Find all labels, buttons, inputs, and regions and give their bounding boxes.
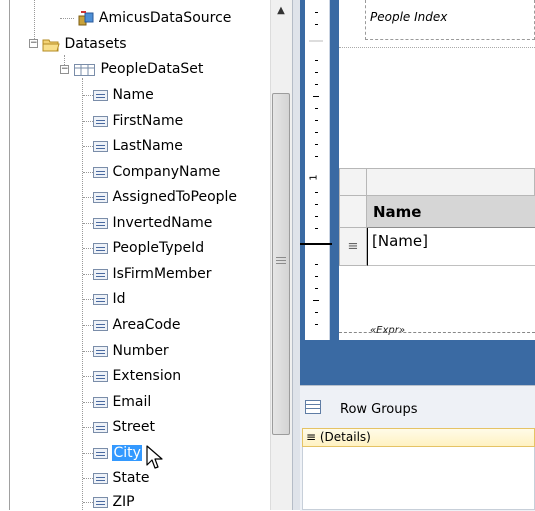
field-icon xyxy=(93,319,108,331)
tree-field-assignedtopeople[interactable]: AssignedToPeople xyxy=(83,186,237,208)
tree-field-street[interactable]: Street xyxy=(83,416,155,438)
pane-splitter[interactable] xyxy=(292,0,300,510)
tree-field-zip[interactable]: ZIP xyxy=(83,491,135,510)
tree-field-peopletypeid[interactable]: PeopleTypeId xyxy=(83,237,204,259)
tree-field-invertedname[interactable]: InvertedName xyxy=(83,212,212,234)
field-label: InvertedName xyxy=(112,215,213,231)
scroll-up-arrow-icon[interactable]: ▲ xyxy=(271,2,291,19)
field-icon xyxy=(93,370,108,382)
field-label: AssignedToPeople xyxy=(112,189,238,205)
tree-field-lastname[interactable]: LastName xyxy=(83,135,183,157)
field-icon xyxy=(93,242,108,254)
tablix-column-handle[interactable] xyxy=(367,168,535,196)
tree-field-extension[interactable]: Extension xyxy=(83,365,181,387)
datasource-icon xyxy=(78,10,94,26)
tablix-row-handle-details[interactable]: ≡ xyxy=(339,228,367,266)
field-icon xyxy=(93,191,108,203)
field-icon xyxy=(93,217,108,229)
tree-item-dataset[interactable]: PeopleDataSet xyxy=(74,58,203,80)
field-label: Number xyxy=(112,343,169,359)
field-label: Id xyxy=(112,291,126,307)
tree-label: Datasets xyxy=(64,36,127,52)
tree-field-email[interactable]: Email xyxy=(83,391,151,413)
tree-field-number[interactable]: Number xyxy=(83,340,169,362)
field-label: IsFirmMember xyxy=(112,266,212,282)
tree-field-isfirmmember[interactable]: IsFirmMember xyxy=(83,263,212,285)
mouse-pointer-icon xyxy=(145,445,167,475)
tree-field-name[interactable]: Name xyxy=(83,84,154,106)
field-label: LastName xyxy=(112,138,183,154)
ruler-label: 1 xyxy=(308,174,320,181)
page-footer-separator xyxy=(339,332,535,333)
tablix-row-handle-header[interactable] xyxy=(339,196,367,228)
field-label-selected: City xyxy=(112,445,142,461)
tree-field-state[interactable]: State xyxy=(83,467,150,489)
tree-field-companyname[interactable]: CompanyName xyxy=(83,161,220,183)
field-icon xyxy=(93,268,108,280)
folder-icon xyxy=(42,37,60,52)
field-icon xyxy=(93,396,108,408)
field-label: ZIP xyxy=(112,494,135,510)
row-groups-icon xyxy=(305,400,321,414)
field-icon xyxy=(93,421,108,433)
field-icon xyxy=(93,89,108,101)
header-separator xyxy=(339,47,535,48)
tablix-corner-handle[interactable] xyxy=(339,168,367,196)
report-title[interactable]: People Index xyxy=(370,10,447,24)
field-label: Email xyxy=(112,394,152,410)
tree-item-datasets[interactable]: Datasets xyxy=(42,33,127,55)
tree-border xyxy=(9,0,10,510)
tree-field-id[interactable]: Id xyxy=(83,288,125,310)
field-label: Extension xyxy=(112,368,182,384)
field-icon xyxy=(93,140,108,152)
tree-label: PeopleDataSet xyxy=(100,61,204,77)
tree-field-firstname[interactable]: FirstName xyxy=(83,110,183,132)
field-label: FirstName xyxy=(112,113,184,129)
tree-item-datasource[interactable]: AmicusDataSource xyxy=(60,7,231,29)
field-icon xyxy=(93,447,108,459)
collapse-icon[interactable]: − xyxy=(29,39,38,48)
field-icon xyxy=(93,115,108,127)
field-label: State xyxy=(112,470,150,486)
field-label: AreaCode xyxy=(112,317,181,333)
column-header-text: Name xyxy=(373,203,422,221)
field-icon xyxy=(93,496,108,508)
report-data-tree: AmicusDataSource − Datasets − PeopleData… xyxy=(0,0,298,510)
details-group-item[interactable]: ≡ (Details) xyxy=(302,428,535,447)
field-icon xyxy=(93,472,108,484)
field-label: CompanyName xyxy=(112,164,221,180)
tree-field-city[interactable]: City xyxy=(83,442,142,464)
row-groups-title: Row Groups xyxy=(340,402,418,417)
field-icon xyxy=(93,166,108,178)
detail-expression: [Name] xyxy=(372,232,428,250)
collapse-icon[interactable]: − xyxy=(60,65,69,74)
tree-field-areacode[interactable]: AreaCode xyxy=(83,314,181,336)
vertical-ruler xyxy=(305,0,330,340)
field-label: PeopleTypeId xyxy=(112,240,205,256)
footer-expression[interactable]: «Expr» xyxy=(370,325,405,336)
scroll-grip-icon xyxy=(276,257,286,267)
dataset-icon xyxy=(74,62,96,76)
tree-label: AmicusDataSource xyxy=(98,10,232,26)
field-icon xyxy=(93,345,108,357)
field-label: Street xyxy=(112,419,155,435)
ruler-position-marker xyxy=(300,243,332,245)
field-icon xyxy=(93,293,108,305)
field-label: Name xyxy=(112,87,154,103)
